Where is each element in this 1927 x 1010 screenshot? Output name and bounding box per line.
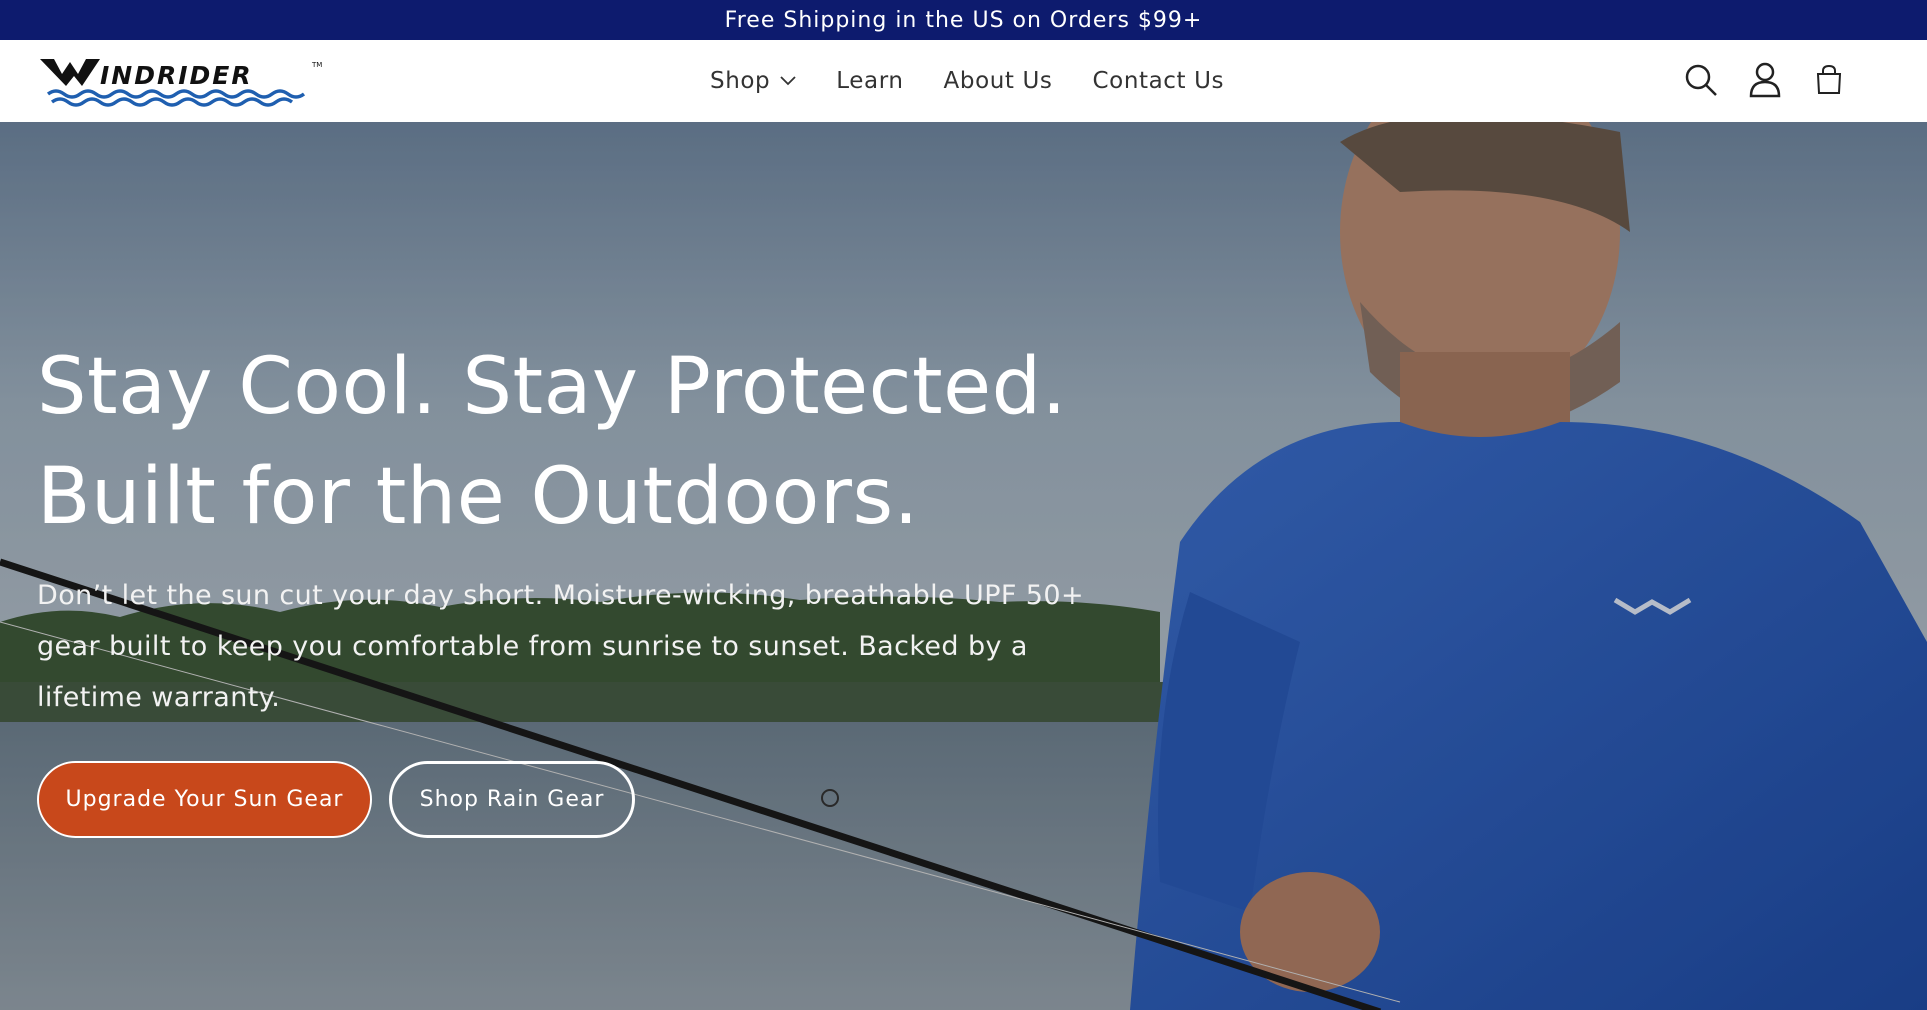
search-button[interactable] [1683, 60, 1719, 100]
site-header: INDRIDER TM Shop Learn About Us Contact … [0, 40, 1927, 122]
hero-title: Stay Cool. Stay Protected. Built for the… [37, 332, 1137, 552]
chevron-down-icon [780, 76, 796, 86]
hero-subtitle: Don’t let the sun cut your day short. Mo… [37, 580, 1084, 713]
hero-content: Stay Cool. Stay Protected. Built for the… [37, 332, 1137, 838]
svg-text:INDRIDER: INDRIDER [100, 61, 253, 90]
windrider-logo-icon: INDRIDER TM [40, 59, 322, 107]
nav-about-label: About Us [943, 68, 1053, 94]
shop-rain-gear-button[interactable]: Shop Rain Gear [389, 761, 635, 838]
hero-buttons: Upgrade Your Sun Gear Shop Rain Gear [37, 761, 1137, 838]
nav-learn-label: Learn [836, 68, 904, 94]
cart-button[interactable] [1811, 60, 1847, 100]
cart-icon [1816, 65, 1842, 94]
nav-about-us[interactable]: About Us [924, 68, 1073, 94]
hero-banner: Stay Cool. Stay Protected. Built for the… [0, 122, 1927, 1010]
nav-shop-label: Shop [710, 68, 771, 94]
nav-contact-us[interactable]: Contact Us [1072, 68, 1244, 94]
account-icon [1749, 62, 1781, 98]
announcement-text: Free Shipping in the US on Orders $99+ [724, 7, 1203, 33]
announcement-bar: Free Shipping in the US on Orders $99+ [0, 0, 1927, 40]
header-icons [1683, 60, 1847, 100]
svg-text:TM: TM [311, 61, 322, 69]
nav-shop[interactable]: Shop [690, 68, 816, 94]
hero-title-line2: Built for the Outdoors. [37, 452, 919, 542]
search-icon [1685, 64, 1717, 96]
nav-learn[interactable]: Learn [816, 68, 923, 94]
hero-title-line1: Stay Cool. Stay Protected. [37, 342, 1067, 432]
nav-contact-label: Contact Us [1092, 68, 1225, 94]
account-button[interactable] [1747, 60, 1783, 100]
site-logo[interactable]: INDRIDER TM [38, 54, 323, 108]
upgrade-sun-gear-button[interactable]: Upgrade Your Sun Gear [37, 761, 372, 838]
main-nav: Shop Learn About Us Contact Us [690, 40, 1244, 122]
